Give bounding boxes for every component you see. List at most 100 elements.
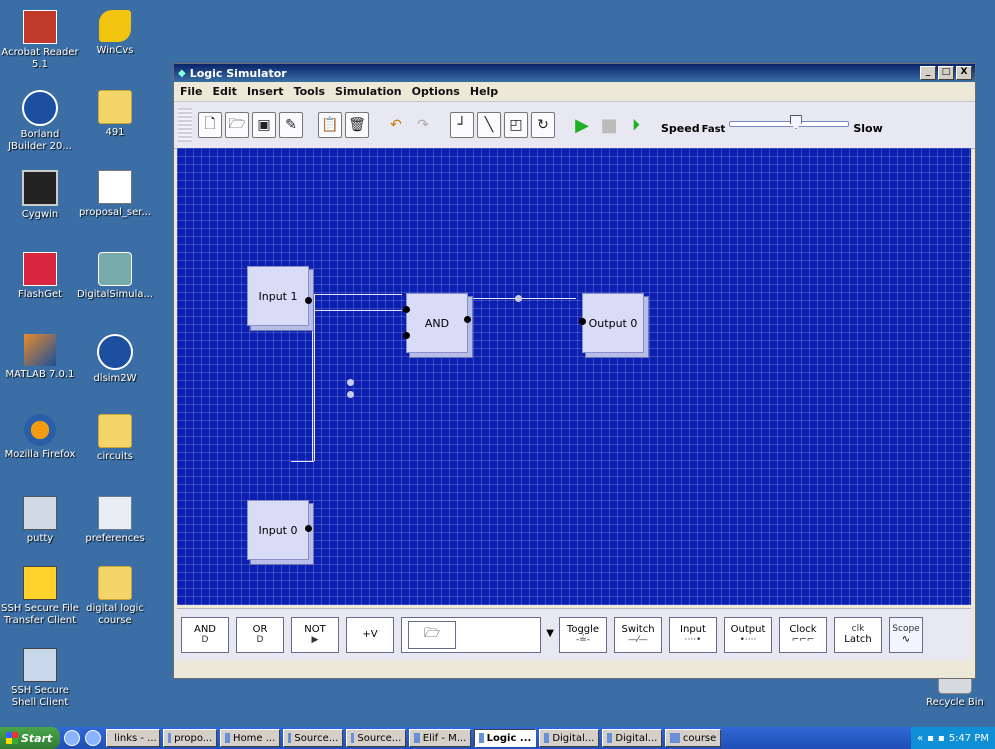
desktop-icon-preferences[interactable]: preferences (75, 496, 155, 545)
wire-segment[interactable] (312, 307, 313, 461)
desktop-icon-firefox[interactable]: Mozilla Firefox (0, 414, 80, 461)
input-pin[interactable] (403, 306, 410, 313)
desktop-icon-flashget[interactable]: FlashGet (0, 252, 80, 301)
paste-icon[interactable]: 📋 (318, 112, 342, 138)
wire-junction[interactable] (347, 391, 354, 398)
dropdown-arrow-icon[interactable]: ▼ (546, 628, 554, 639)
title-bar[interactable]: ◆ Logic Simulator _ □ X (174, 64, 975, 82)
save-as-icon[interactable]: ✎ (279, 112, 303, 138)
palette-custom-dropdown[interactable]: 🗁 ▼ (401, 616, 554, 653)
toolbar-grip[interactable] (178, 108, 192, 142)
desktop-icon-digital-logic[interactable]: digital logic course (75, 566, 155, 627)
desktop-icon-jbuilder[interactable]: Borland JBuilder 20... (0, 90, 80, 153)
output-pin[interactable] (464, 316, 471, 323)
desktop-icon-wincvs[interactable]: WinCvs (75, 10, 155, 57)
desktop-icon-cygwin[interactable]: Cygwin (0, 170, 80, 221)
minimize-button[interactable]: _ (920, 66, 936, 80)
wire-junction[interactable] (347, 379, 354, 386)
palette-clock[interactable]: Clock ⌐⌐⌐ (779, 616, 827, 653)
palette-toggle[interactable]: Toggle -≟- (559, 616, 607, 653)
undo-icon[interactable]: ↶ (384, 112, 408, 138)
wire-loop-icon[interactable]: ↻ (531, 112, 555, 138)
wire-segment[interactable] (312, 294, 402, 295)
desktop-icon-circuits[interactable]: circuits (75, 414, 155, 463)
wire-step-icon[interactable]: ┘ (450, 112, 474, 138)
tray-shield-icon[interactable]: ▪ (938, 733, 945, 744)
palette-and-gate[interactable]: AND D (181, 616, 229, 653)
output-pin[interactable] (305, 297, 312, 304)
speed-slider[interactable] (729, 115, 850, 135)
tray-network-icon[interactable]: ▪ (927, 733, 934, 744)
stop-icon[interactable]: ■ (597, 112, 621, 138)
maximize-button[interactable]: □ (938, 66, 954, 80)
taskbar-item[interactable]: course (665, 729, 722, 747)
desktop-icon-491[interactable]: 491 (75, 90, 155, 139)
palette-scope[interactable]: Scope ∿ (889, 616, 923, 653)
circuit-canvas[interactable]: Input 1 AND Output 0 Input 0 (177, 148, 971, 605)
wire-segment[interactable] (314, 310, 402, 311)
menu-insert[interactable]: Insert (247, 85, 284, 98)
taskbar-item-active[interactable]: Logic ... (474, 729, 537, 747)
new-file-icon[interactable]: 🗋 (198, 112, 222, 138)
palette-latch[interactable]: clk Latch (834, 616, 882, 653)
palette-power-source[interactable]: +V (346, 616, 394, 653)
menu-edit[interactable]: Edit (213, 85, 237, 98)
desktop-icon-matlab[interactable]: MATLAB 7.0.1 (0, 334, 80, 381)
open-folder-icon[interactable]: 🗁 (408, 620, 456, 649)
taskbar-item[interactable]: Source... (283, 729, 344, 747)
palette-item-label: NOT (304, 624, 326, 635)
menu-options[interactable]: Options (412, 85, 460, 98)
desktop-icon-ssh-shell[interactable]: SSH Secure Shell Client (0, 648, 80, 709)
menu-help[interactable]: Help (470, 85, 498, 98)
wire-box-icon[interactable]: ◰ (504, 112, 528, 138)
input-pin[interactable] (403, 332, 410, 339)
palette-or-gate[interactable]: OR D (236, 616, 284, 653)
output-0-component[interactable]: Output 0 (579, 293, 644, 353)
toggle-icon: -≟- (575, 635, 591, 645)
palette-switch[interactable]: Switch —⁄— (614, 616, 662, 653)
and-gate-component[interactable]: AND (403, 293, 471, 353)
desktop-icon-ssh-file[interactable]: SSH Secure File Transfer Client (0, 566, 80, 627)
wire-curve-icon[interactable]: ╲ (477, 112, 501, 138)
input-0-component[interactable]: Input 0 (247, 500, 312, 560)
quicklaunch-ie-icon[interactable] (64, 730, 81, 746)
redo-icon[interactable]: ↷ (411, 112, 435, 138)
wire-segment[interactable] (312, 294, 313, 308)
input-pin[interactable] (579, 318, 586, 325)
menu-tools[interactable]: Tools (294, 85, 325, 98)
desktop-icon-acrobat[interactable]: Acrobat Reader 5.1 (0, 10, 80, 71)
taskbar-item[interactable]: propo... (163, 729, 218, 747)
start-button[interactable]: Start (0, 727, 61, 749)
folder-icon (98, 414, 132, 448)
menu-simulation[interactable]: Simulation (335, 85, 402, 98)
taskbar-item[interactable]: Source... (346, 729, 407, 747)
input-1-component[interactable]: Input 1 (247, 266, 312, 326)
desktop-icon-proposal[interactable]: proposal_ser... (75, 170, 155, 219)
taskbar-item[interactable]: Elif - M... (409, 729, 472, 747)
quicklaunch-browser-icon[interactable] (85, 730, 102, 746)
desktop-icon-digitalsim[interactable]: DigitalSimula... (75, 252, 155, 301)
wire-segment[interactable] (291, 461, 314, 462)
desktop-icon-putty[interactable]: putty (0, 496, 80, 545)
wire-segment[interactable] (314, 294, 315, 461)
open-folder-icon[interactable]: 🗁 (225, 112, 249, 138)
step-icon[interactable]: ⏵ (624, 112, 648, 138)
palette-input[interactable]: Input ····• (669, 616, 717, 653)
menu-file[interactable]: File (180, 85, 203, 98)
taskbar-item[interactable]: Home ... (220, 729, 281, 747)
palette-output[interactable]: Output •···· (724, 616, 772, 653)
palette-not-gate[interactable]: NOT ▶ (291, 616, 339, 653)
tray-clock[interactable]: 5:47 PM (949, 733, 989, 744)
wire-junction[interactable] (515, 295, 522, 302)
close-button[interactable]: X (956, 66, 972, 80)
desktop-icon-dlsim2w[interactable]: dlsim2W (75, 334, 155, 385)
delete-trash-icon[interactable]: 🗑 (345, 112, 369, 138)
taskbar-item[interactable]: Digital... (602, 729, 663, 747)
tray-expand-icon[interactable]: « (917, 733, 923, 744)
save-icon[interactable]: ▣ (252, 112, 276, 138)
run-play-icon[interactable]: ▶ (570, 112, 594, 138)
speed-slow-label: Slow (853, 122, 883, 135)
taskbar-item[interactable]: Digital... (539, 729, 600, 747)
output-pin[interactable] (305, 525, 312, 532)
taskbar-item[interactable]: links - ... (106, 729, 161, 747)
